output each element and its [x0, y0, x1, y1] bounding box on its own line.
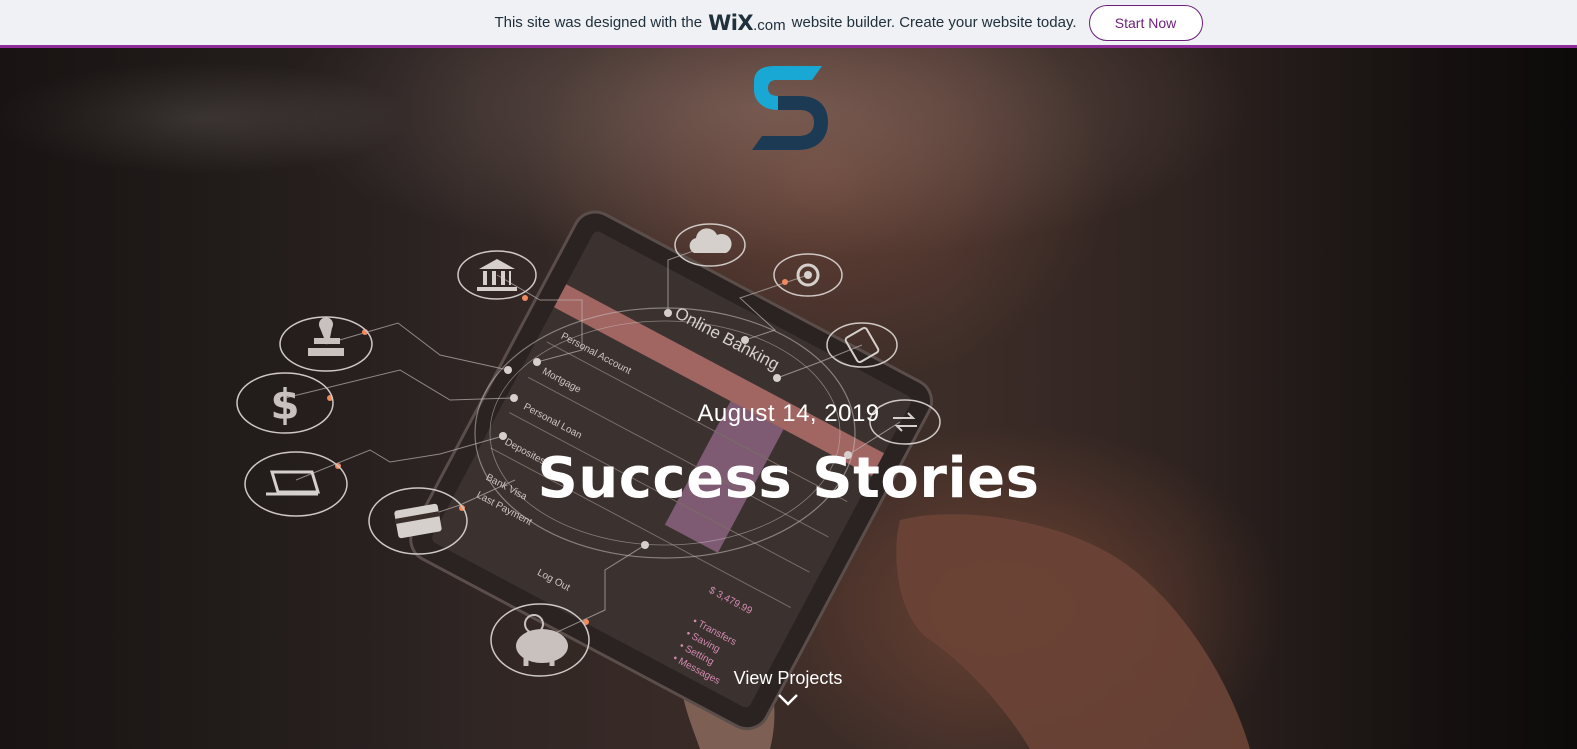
wix-banner-content: This site was designed with the WiX .com … [494, 4, 1203, 41]
view-projects-label: View Projects [733, 668, 843, 688]
wix-logo-mark: WiX [708, 10, 754, 35]
s-logo-icon[interactable] [742, 64, 832, 154]
view-projects-link[interactable]: View Projects [688, 668, 888, 707]
wix-logo[interactable]: WiX .com [708, 11, 786, 35]
wix-logo-dotcom: .com [753, 16, 786, 34]
start-now-button[interactable]: Start Now [1088, 4, 1203, 41]
post-date: August 14, 2019 [697, 400, 880, 427]
chevron-down-icon[interactable] [777, 693, 799, 707]
banner-text-before: This site was designed with the [494, 14, 703, 31]
wix-banner: This site was designed with the WiX .com … [0, 0, 1577, 48]
page-title: Success Stories [537, 446, 1040, 511]
hero-section: Online Banking Personal Account Mortgage… [0, 48, 1577, 749]
banner-text-after: website builder. Create your website tod… [791, 14, 1077, 31]
